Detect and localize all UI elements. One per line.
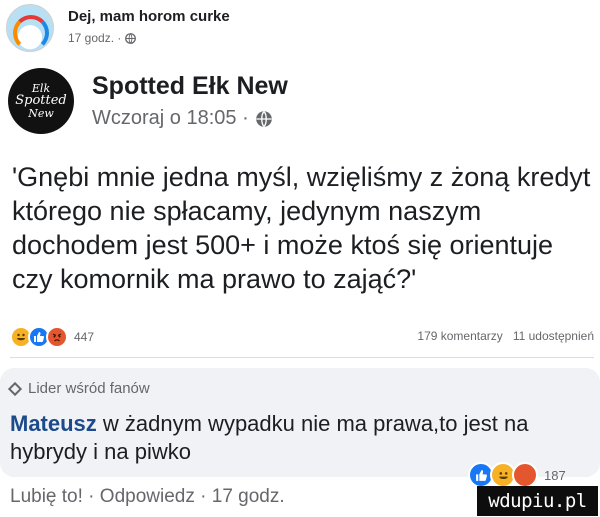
shared-time-text[interactable]: Wczoraj o 18:05 · <box>92 107 249 130</box>
rainbow-icon <box>13 15 49 51</box>
reaction-summary[interactable]: 447 <box>10 326 94 348</box>
like-comment-link[interactable]: Lubię to! <box>10 486 83 507</box>
watermark-logo: wdupiu.pl <box>477 486 598 516</box>
comment-author[interactable]: Mateusz <box>10 411 97 436</box>
shared-post-time: Wczoraj o 18:05 · <box>92 107 288 130</box>
outer-time-text[interactable]: 17 godz. · <box>68 31 121 45</box>
avatar-line-2: Spotted <box>15 93 67 109</box>
shared-post-header: Elk Spotted New Spotted Ełk New Wczoraj … <box>8 68 288 134</box>
reply-link[interactable]: Odpowiedz <box>100 486 195 507</box>
comment-text: Mateusz w żadnym wypadku nie ma prawa,to… <box>10 410 590 466</box>
outer-post-time: 17 godz. · <box>68 31 230 45</box>
avatar-line-3: New <box>28 106 54 120</box>
comment-bubble: Lider wśród fanów Mateusz w żadnym wypad… <box>0 368 600 477</box>
reaction-count[interactable]: 447 <box>74 330 94 344</box>
post-body-text: 'Gnębi mnie jedna myśl, wzięliśmy z żoną… <box>12 162 591 294</box>
globe-icon <box>255 110 272 127</box>
action-separator: · <box>82 486 100 507</box>
shared-post-meta: Spotted Ełk New Wczoraj o 18:05 · <box>92 72 288 130</box>
divider <box>10 357 594 358</box>
outer-author-name[interactable]: Dej, mam horom curke <box>68 8 230 25</box>
comment-reaction-count[interactable]: 187 <box>544 468 566 483</box>
fan-badge-label: Lider wśród fanów <box>28 380 150 397</box>
comment-actions: Lubię to! · Odpowiedz · 17 godz. <box>10 486 285 508</box>
post-stats: 179 komentarzy 11 udostępnień <box>417 329 594 343</box>
page-name[interactable]: Spotted Ełk New <box>92 72 288 101</box>
angry-reaction-icon <box>46 326 68 348</box>
comment-reactions[interactable]: 187 <box>468 462 566 488</box>
outer-post-meta: Dej, mam horom curke 17 godz. · <box>68 8 230 45</box>
author-avatar[interactable] <box>6 4 54 52</box>
diamond-icon <box>7 381 23 396</box>
comment-time[interactable]: 17 godz. <box>212 486 285 507</box>
globe-icon <box>125 32 137 44</box>
fan-badge: Lider wśród fanów <box>7 380 150 397</box>
angry-reaction-icon <box>512 462 538 488</box>
action-separator: · <box>194 486 212 507</box>
page-avatar[interactable]: Elk Spotted New <box>8 68 74 134</box>
outer-post-header: Dej, mam horom curke 17 godz. · <box>6 4 230 52</box>
comments-count[interactable]: 179 komentarzy <box>417 329 502 343</box>
shares-count[interactable]: 11 udostępnień <box>513 329 594 343</box>
